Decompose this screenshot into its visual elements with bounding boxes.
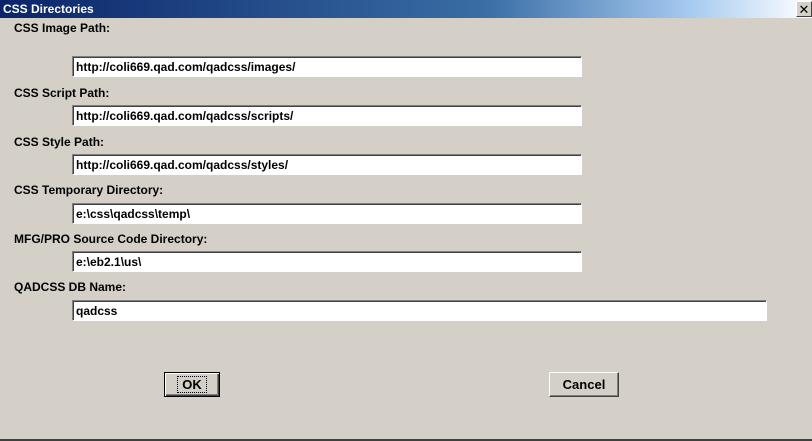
source-code-directory-input[interactable] [72,251,582,272]
image-path-label: CSS Image Path: [14,21,111,35]
temp-directory-label: CSS Temporary Directory: [14,183,164,197]
ok-button[interactable]: OK [164,372,220,397]
db-name-input[interactable] [72,300,767,321]
cancel-button[interactable]: Cancel [549,372,619,397]
window-title: CSS Directories [3,2,94,16]
image-path-input[interactable] [72,56,582,77]
db-name-label: QADCSS DB Name: [14,280,127,294]
script-path-label: CSS Script Path: [14,86,110,100]
source-code-directory-label: MFG/PRO Source Code Directory: [14,232,208,246]
temp-directory-input[interactable] [72,203,582,224]
style-path-input[interactable] [72,154,582,175]
style-path-label: CSS Style Path: [14,135,105,149]
close-icon[interactable]: ✕ [796,1,812,17]
script-path-input[interactable] [72,105,582,126]
title-bar[interactable]: CSS Directories ✕ [0,0,812,18]
css-directories-dialog: CSS Directories ✕ CSS Image Path: CSS Sc… [0,0,812,441]
ok-button-label: OK [177,376,207,393]
